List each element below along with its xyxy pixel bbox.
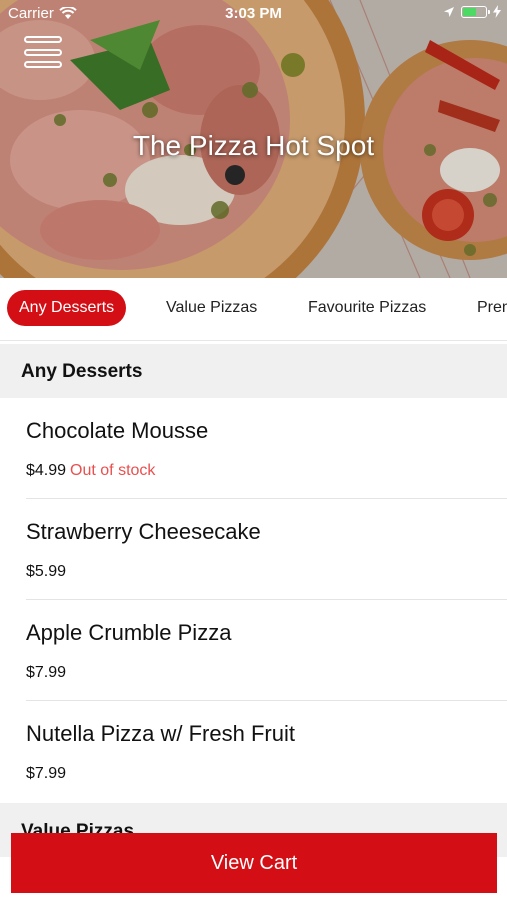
menu-item[interactable]: Chocolate Mousse $4.99 Out of stock — [0, 398, 507, 499]
menu-bar — [24, 61, 62, 68]
tab-value-pizzas[interactable]: Value Pizzas — [166, 290, 257, 326]
item-price: $4.99 — [26, 462, 67, 479]
status-bar: Carrier 3:03 PM — [0, 0, 507, 28]
item-price-row: $7.99 — [26, 765, 66, 783]
status-time: 3:03 PM — [225, 5, 282, 22]
view-cart-button[interactable]: View Cart — [11, 833, 497, 893]
tab-premium-pizzas[interactable]: Premium Pizzas — [477, 290, 507, 326]
menu-item[interactable]: Apple Crumble Pizza $7.99 — [0, 600, 507, 701]
hamburger-menu-icon[interactable] — [24, 36, 62, 68]
section-header: Any Desserts — [0, 344, 507, 398]
item-price-row: $4.99 Out of stock — [26, 462, 155, 480]
tab-favourite-pizzas[interactable]: Favourite Pizzas — [308, 290, 426, 326]
item-name: Strawberry Cheesecake — [26, 519, 261, 544]
item-price-row: $7.99 — [26, 664, 66, 682]
menu-item[interactable]: Nutella Pizza w/ Fresh Fruit $7.99 — [0, 701, 507, 802]
item-name: Nutella Pizza w/ Fresh Fruit — [26, 721, 295, 746]
category-tabs[interactable]: Any Desserts Value Pizzas Favourite Pizz… — [0, 278, 507, 341]
status-indicators — [443, 5, 501, 18]
menu-bar — [24, 48, 62, 56]
item-price-row: $5.99 — [26, 563, 66, 581]
item-price: $7.99 — [26, 765, 67, 782]
tab-any-desserts[interactable]: Any Desserts — [7, 290, 127, 326]
location-arrow-icon — [444, 6, 454, 17]
bolt-icon — [493, 5, 501, 18]
stock-status: Out of stock — [70, 462, 156, 479]
menu-item[interactable]: Strawberry Cheesecake $5.99 — [0, 499, 507, 600]
battery-icon — [461, 5, 490, 18]
item-name: Chocolate Mousse — [26, 418, 209, 443]
item-price: $5.99 — [26, 563, 67, 580]
item-price: $7.99 — [26, 664, 67, 681]
item-name: Apple Crumble Pizza — [26, 620, 232, 645]
menu-bar — [24, 36, 62, 43]
section-title: Any Desserts — [21, 361, 143, 382]
hero-banner: Carrier 3:03 PM The Pizza Hot Spot — [0, 0, 507, 278]
restaurant-title: The Pizza Hot Spot — [132, 130, 375, 161]
